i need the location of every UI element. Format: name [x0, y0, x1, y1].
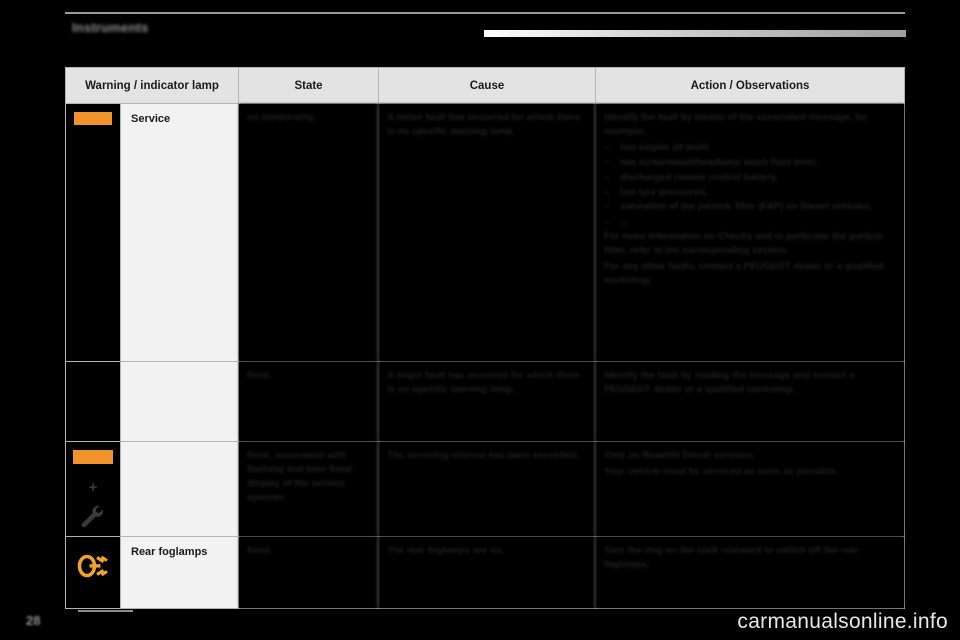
plus-icon: +: [89, 480, 98, 495]
cause-cell: The rear foglamps are on.: [379, 537, 596, 608]
lamp-name-cell: [121, 362, 239, 441]
service-orange-bar-icon: [73, 450, 113, 464]
action-paragraph: For any other faults, contact a PEUGEOT …: [604, 260, 896, 288]
dash-bullet: –: [604, 186, 620, 200]
state-cell: fixed, associated with flashing and then…: [239, 442, 379, 536]
table-row: + fixed, associated with flashing and th…: [66, 441, 904, 536]
column-header-lamp: Warning / indicator lamp: [66, 68, 239, 103]
service-spanner-icon: [79, 503, 107, 536]
action-cell: Only on BlueHDi Diesel versions. Your ve…: [596, 442, 904, 536]
table-row: Service on temporarily. A minor fault ha…: [66, 103, 904, 361]
action-cell: Identify the fault by reading the messag…: [596, 362, 904, 441]
table-row: Rear foglamps fixed. The rear foglamps a…: [66, 536, 904, 608]
action-intro: Identify the fault by means of the assoc…: [604, 111, 896, 139]
cause-cell: A minor fault has occurred for which the…: [379, 104, 596, 361]
watermark: carmanualsonline.info: [737, 610, 948, 634]
state-cell: on temporarily.: [239, 104, 379, 361]
service-orange-bar-icon: [74, 112, 112, 125]
action-paragraph: Identify the fault by reading the messag…: [604, 369, 896, 397]
bullet-text: low tyre pressures,: [620, 186, 896, 200]
page-title: Instruments: [72, 20, 149, 35]
action-paragraph: Only on BlueHDi Diesel versions.: [604, 449, 896, 463]
lamp-name-cell: Service: [121, 104, 239, 361]
list-item: –low screenwash/headlamp wash fluid leve…: [604, 156, 896, 170]
manual-page: Instruments Warning / indicator lamp Sta…: [0, 0, 960, 640]
action-cell: Turn the ring on the stalk rearward to s…: [596, 537, 904, 608]
list-item: –low tyre pressures,: [604, 186, 896, 200]
state-cell: fixed.: [239, 537, 379, 608]
column-header-cause: Cause: [379, 68, 596, 103]
list-item: –...: [604, 215, 896, 229]
bullet-text: low screenwash/headlamp wash fluid level…: [620, 156, 896, 170]
lamp-icon-cell: [66, 537, 121, 608]
bullet-text: low engine oil level,: [620, 141, 896, 155]
warning-lamp-table: Warning / indicator lamp State Cause Act…: [65, 67, 905, 609]
action-paragraph: For more information on Checks and in pa…: [604, 230, 896, 258]
lamp-icon-cell: [66, 104, 121, 361]
column-header-state: State: [239, 68, 379, 103]
dash-bullet: –: [604, 141, 620, 155]
lamp-name-cell: Rear foglamps: [121, 537, 239, 608]
table-row: fixed. A major fault has occurred for wh…: [66, 361, 904, 441]
dash-bullet: –: [604, 156, 620, 170]
lamp-icon-cell: [66, 362, 121, 441]
bullet-text: ...: [620, 215, 896, 229]
dash-bullet: –: [604, 215, 620, 229]
column-header-action: Action / Observations: [596, 68, 904, 103]
header-gradient-bar: [484, 30, 906, 37]
action-paragraph: Your vehicle must be serviced as soon as…: [604, 465, 896, 479]
dash-bullet: –: [604, 171, 620, 185]
dash-bullet: –: [604, 200, 620, 214]
table-header-row: Warning / indicator lamp State Cause Act…: [66, 68, 904, 103]
action-cell: Identify the fault by means of the assoc…: [596, 104, 904, 361]
cause-cell: The servicing interval has been exceeded…: [379, 442, 596, 536]
action-bullet-list: –low engine oil level, –low screenwash/h…: [604, 141, 896, 229]
cause-cell: A major fault has occurred for which the…: [379, 362, 596, 441]
list-item: –saturation of the particle filter (FAP)…: [604, 200, 896, 214]
bullet-text: discharged remote control battery,: [620, 171, 896, 185]
list-item: –discharged remote control battery,: [604, 171, 896, 185]
page-number: 28: [26, 613, 40, 628]
lamp-name-cell: [121, 442, 239, 536]
state-cell: fixed.: [239, 362, 379, 441]
bullet-text: saturation of the particle filter (FAP) …: [620, 200, 896, 214]
rear-foglamp-icon: [76, 553, 110, 584]
list-item: –low engine oil level,: [604, 141, 896, 155]
lamp-icon-cell: +: [66, 442, 121, 536]
action-paragraph: Turn the ring on the stalk rearward to s…: [604, 544, 896, 572]
footer-rule: [78, 610, 133, 612]
header-rule: [65, 12, 905, 14]
